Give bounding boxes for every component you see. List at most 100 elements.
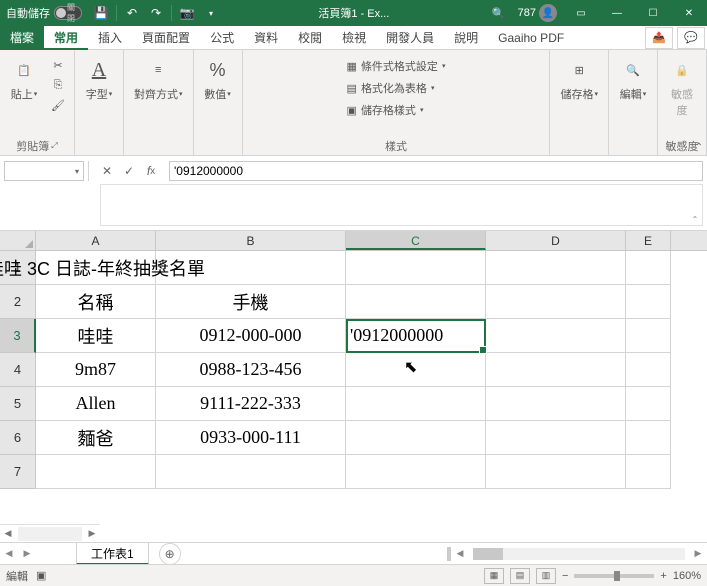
formula-input[interactable]: '0912000000 bbox=[169, 161, 703, 181]
cell-c5[interactable] bbox=[346, 387, 486, 421]
name-box[interactable]: ▾ bbox=[4, 161, 84, 181]
cell-e5[interactable] bbox=[626, 387, 671, 421]
save-icon[interactable]: 💾 bbox=[90, 3, 112, 23]
collapse-formula-icon[interactable]: ⌃ bbox=[688, 215, 702, 225]
fx-icon[interactable]: fx bbox=[141, 161, 161, 181]
cell-d6[interactable] bbox=[486, 421, 626, 455]
copy-icon[interactable]: ⎘ bbox=[48, 76, 68, 94]
col-header-e[interactable]: E bbox=[626, 231, 671, 250]
sheet-nav-next-icon[interactable]: ▶ bbox=[18, 548, 36, 559]
cell-b4[interactable]: 0988-123-456 bbox=[156, 353, 346, 387]
cell-styles-button[interactable]: ▣儲存格樣式▾ bbox=[345, 100, 426, 120]
cell-d7[interactable] bbox=[486, 455, 626, 489]
col-header-c[interactable]: C bbox=[346, 231, 486, 250]
hscroll-thumb[interactable] bbox=[473, 548, 503, 560]
hscroll-right-icon[interactable]: ▶ bbox=[689, 548, 707, 559]
chevron-down-icon[interactable]: ▾ bbox=[75, 167, 79, 176]
cancel-formula-icon[interactable]: ✕ bbox=[97, 161, 117, 181]
sheet-tab[interactable]: 工作表1 bbox=[76, 543, 149, 565]
tab-view[interactable]: 檢視 bbox=[332, 26, 376, 50]
cell-a6[interactable]: 麵爸 bbox=[36, 421, 156, 455]
cell-a1[interactable]: 哇哇 3C 日誌-年終抽獎名單 bbox=[36, 251, 156, 285]
sensitivity-button[interactable]: 🔒 敏感 度 bbox=[662, 52, 702, 122]
autosave[interactable]: 自動儲存 關閉 bbox=[0, 5, 88, 21]
cell-d1[interactable] bbox=[486, 251, 626, 285]
redo-icon[interactable]: ↷ bbox=[145, 3, 167, 23]
cell-e1[interactable] bbox=[626, 251, 671, 285]
cell-b2[interactable]: 手機 bbox=[156, 285, 346, 319]
row-header-3[interactable]: 3 bbox=[0, 319, 36, 353]
cell-d2[interactable] bbox=[486, 285, 626, 319]
cell-d5[interactable] bbox=[486, 387, 626, 421]
conditional-formatting-button[interactable]: ▦條件式格式設定▾ bbox=[345, 56, 448, 76]
cut-icon[interactable]: ✂ bbox=[48, 56, 68, 74]
cell-e4[interactable] bbox=[626, 353, 671, 387]
tab-gaaihopdf[interactable]: Gaaiho PDF bbox=[488, 26, 574, 50]
alignment-button[interactable]: ≡ 對齊方式▾ bbox=[128, 52, 189, 106]
col-header-b[interactable]: B bbox=[156, 231, 346, 250]
camera-icon[interactable]: 📷 bbox=[176, 3, 198, 23]
col-header-a[interactable]: A bbox=[36, 231, 156, 250]
cell-e7[interactable] bbox=[626, 455, 671, 489]
autosave-toggle[interactable]: 關閉 bbox=[54, 6, 82, 20]
row-header-4[interactable]: 4 bbox=[0, 353, 36, 387]
number-button[interactable]: % 數值▾ bbox=[198, 52, 238, 106]
cell-d4[interactable] bbox=[486, 353, 626, 387]
row-header-2[interactable]: 2 bbox=[0, 285, 36, 319]
cell-a2[interactable]: 名稱 bbox=[36, 285, 156, 319]
row-header-6[interactable]: 6 bbox=[0, 421, 36, 455]
tab-formulas[interactable]: 公式 bbox=[200, 26, 244, 50]
row-header-5[interactable]: 5 bbox=[0, 387, 36, 421]
cell-e2[interactable] bbox=[626, 285, 671, 319]
view-normal-icon[interactable]: ▦ bbox=[484, 568, 504, 584]
tab-home[interactable]: 常用 bbox=[44, 26, 88, 50]
qat-more[interactable]: ▾ bbox=[200, 3, 222, 23]
cell-e6[interactable] bbox=[626, 421, 671, 455]
share-button[interactable]: 📤 bbox=[645, 27, 673, 49]
cell-c1[interactable] bbox=[346, 251, 486, 285]
format-painter-icon[interactable]: 🖌 bbox=[48, 96, 68, 114]
cell-b5[interactable]: 9111-222-333 bbox=[156, 387, 346, 421]
tab-pagelayout[interactable]: 頁面配置 bbox=[132, 26, 200, 50]
search-icon[interactable]: 🔍 bbox=[486, 7, 512, 20]
cell-a3[interactable]: 哇哇 bbox=[36, 319, 156, 353]
scroll-left-icon[interactable]: ◀ bbox=[0, 528, 16, 539]
collapse-ribbon-icon[interactable]: ⌃ bbox=[695, 142, 703, 153]
cell-b3[interactable]: 0912-000-000 bbox=[156, 319, 346, 353]
select-all-corner[interactable] bbox=[0, 231, 36, 250]
zoom-slider[interactable] bbox=[574, 574, 654, 578]
cell-e3[interactable] bbox=[626, 319, 671, 353]
tab-insert[interactable]: 插入 bbox=[88, 26, 132, 50]
zoom-out-icon[interactable]: − bbox=[562, 570, 568, 582]
macro-record-icon[interactable]: ▣ bbox=[36, 569, 46, 582]
hscroll-track[interactable] bbox=[473, 548, 685, 560]
sheet-nav-prev-icon[interactable]: ◀ bbox=[0, 548, 18, 559]
cells-area[interactable]: 哇哇 3C 日誌-年終抽獎名單 名稱 手機 哇哇 0912-000-000 '0… bbox=[36, 251, 671, 489]
cell-b6[interactable]: 0933-000-111 bbox=[156, 421, 346, 455]
view-pagebreak-icon[interactable]: ▥ bbox=[536, 568, 556, 584]
zoom-in-icon[interactable]: + bbox=[660, 570, 666, 582]
cell-a7[interactable] bbox=[36, 455, 156, 489]
undo-icon[interactable]: ↶ bbox=[121, 3, 143, 23]
ribbon-options-icon[interactable]: ▭ bbox=[563, 0, 599, 26]
formula-bar-expanded[interactable]: ⌃ bbox=[100, 184, 703, 226]
cell-a5[interactable]: Allen bbox=[36, 387, 156, 421]
editing-button[interactable]: 🔍 編輯▾ bbox=[613, 52, 653, 106]
zoom-level[interactable]: 160% bbox=[673, 570, 701, 582]
hscroll-left-icon[interactable]: ◀ bbox=[451, 548, 469, 559]
scroll-track[interactable] bbox=[18, 527, 82, 541]
tab-developer[interactable]: 開發人員 bbox=[376, 26, 444, 50]
scroll-right-icon[interactable]: ▶ bbox=[84, 528, 100, 539]
comments-button[interactable]: 💬 bbox=[677, 27, 705, 49]
cell-b7[interactable] bbox=[156, 455, 346, 489]
cells-button[interactable]: ⊞ 儲存格▾ bbox=[554, 52, 604, 106]
user-account[interactable]: 787 👤 bbox=[512, 4, 563, 22]
col-header-d[interactable]: D bbox=[486, 231, 626, 250]
tab-review[interactable]: 校閱 bbox=[288, 26, 332, 50]
cell-a4[interactable]: 9m87 bbox=[36, 353, 156, 387]
cell-d3[interactable] bbox=[486, 319, 626, 353]
minimize-icon[interactable]: — bbox=[599, 0, 635, 26]
close-icon[interactable]: ✕ bbox=[671, 0, 707, 26]
row-header-7[interactable]: 7 bbox=[0, 455, 36, 489]
cell-c6[interactable] bbox=[346, 421, 486, 455]
